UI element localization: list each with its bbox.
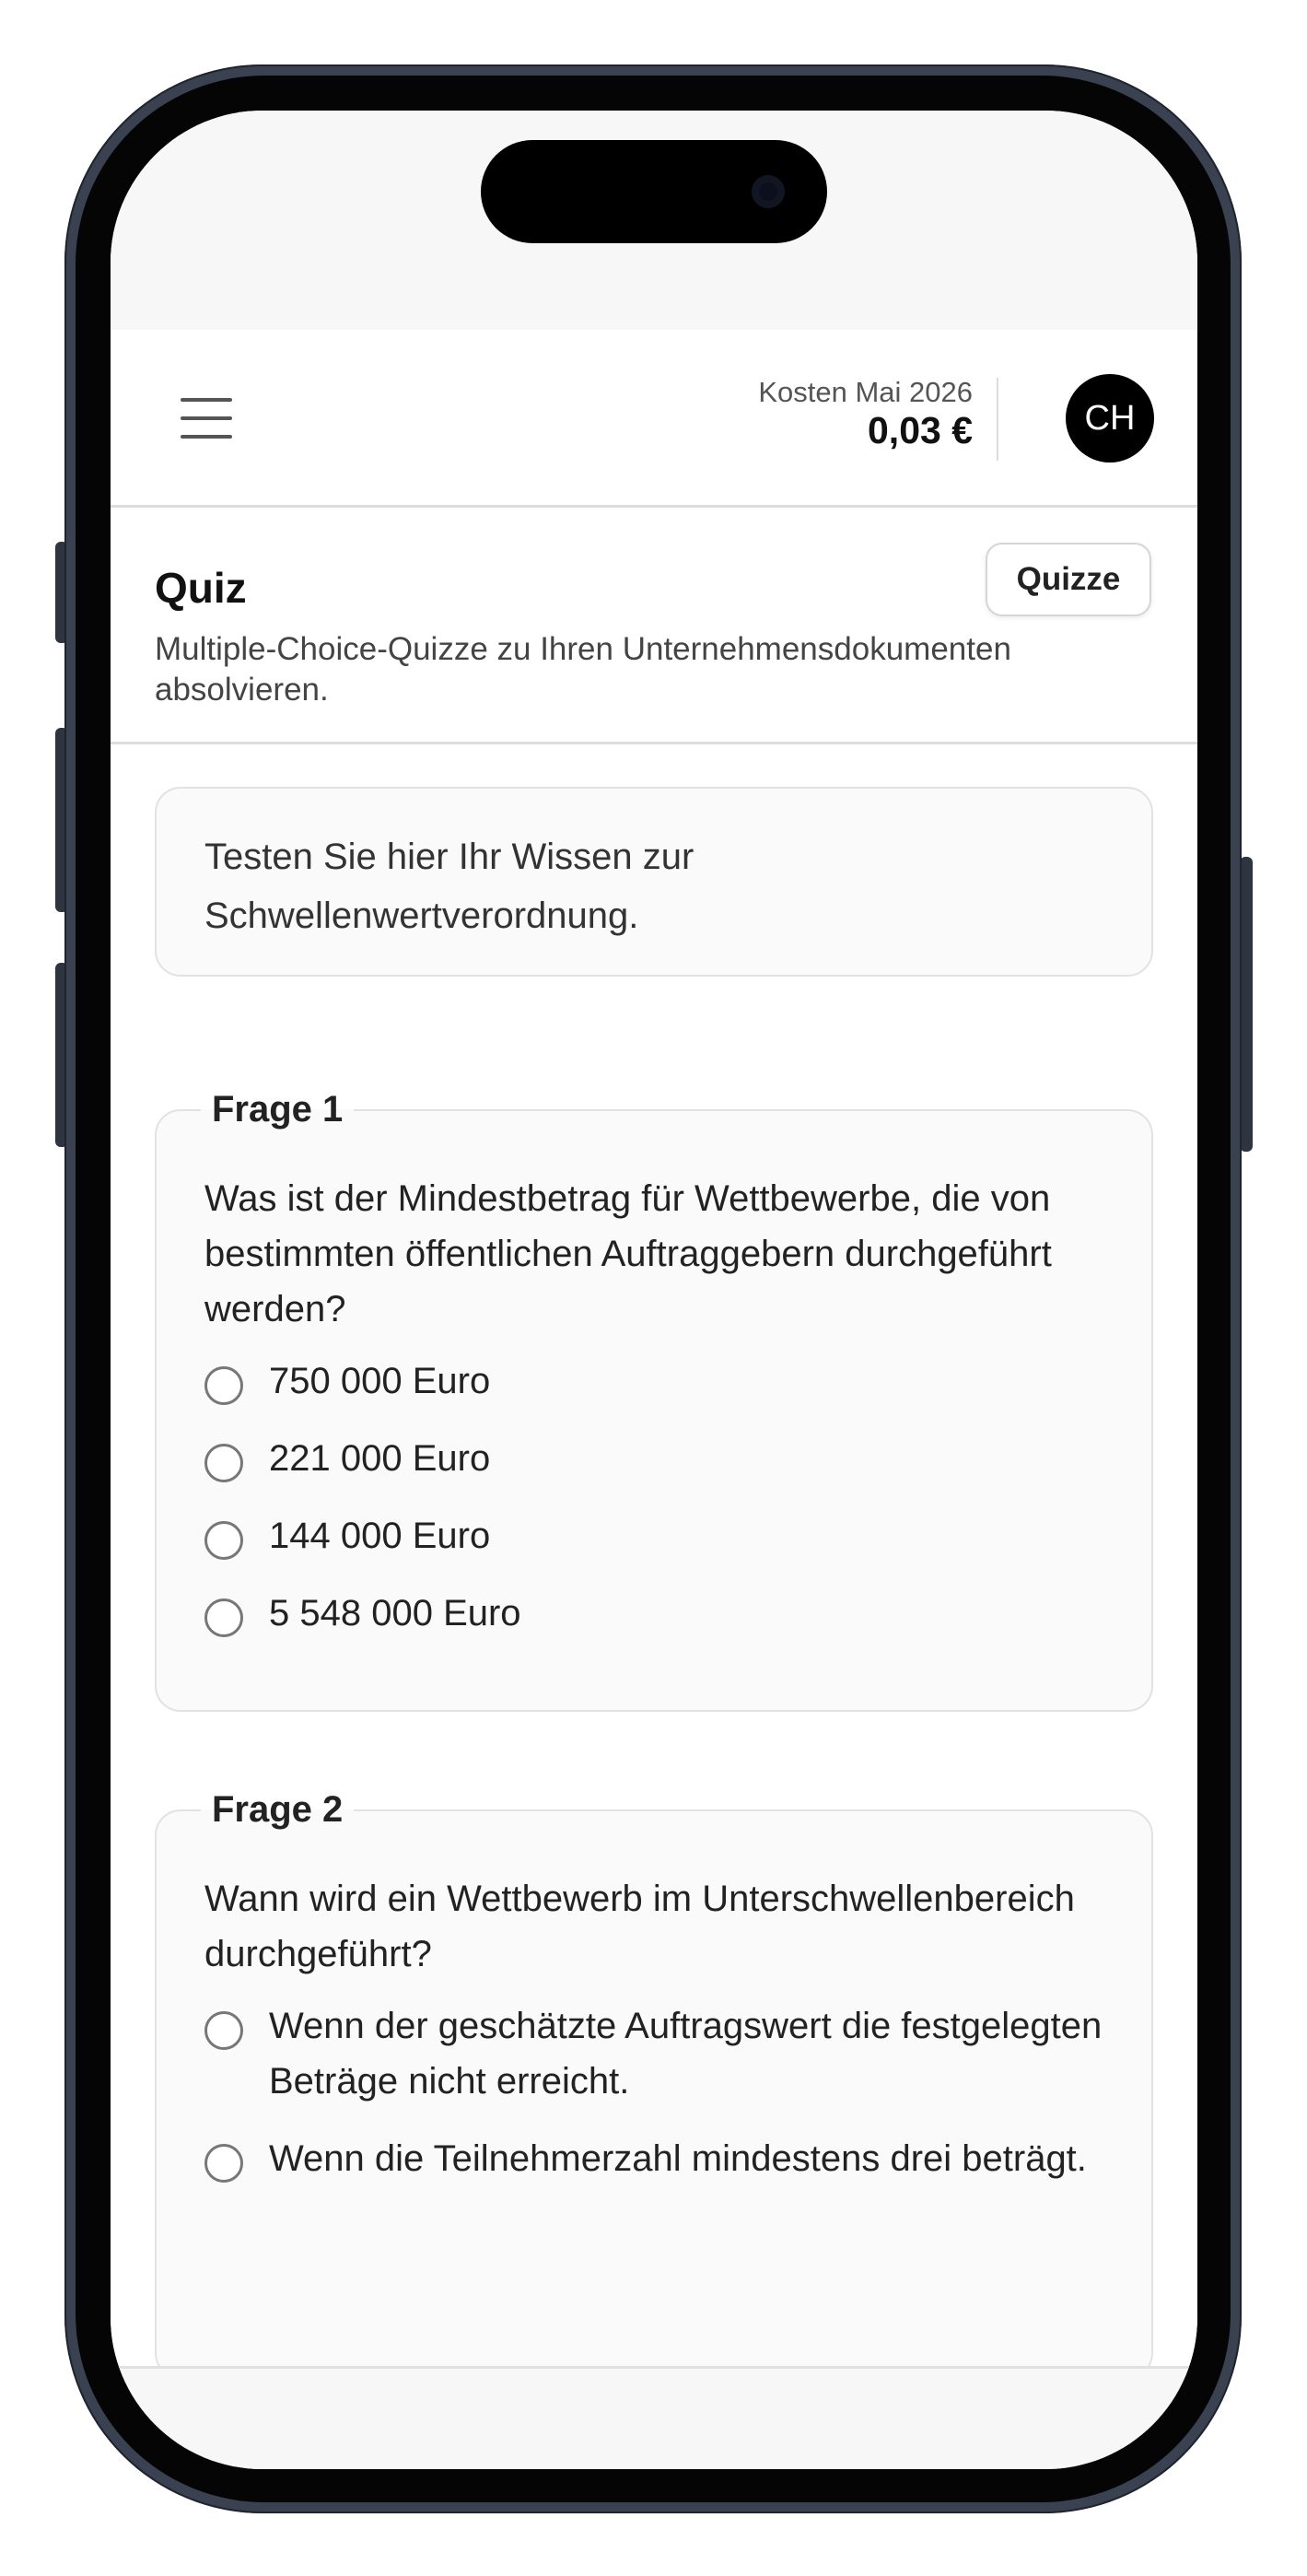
page-header: Quiz Multiple-Choice-Quizze zu Ihren Unt… [111,508,1197,744]
question-legend: Frage 2 [212,1789,344,1830]
quiz-intro: Testen Sie hier Ihr Wissen zur Schwellen… [155,787,1153,977]
cost-value: 0,03 € [868,409,973,451]
page-subtitle: Multiple-Choice-Quizze zu Ihren Unterneh… [155,631,1011,708]
answer-label: Wenn der geschätzte Auftragswert die fes… [269,2006,1103,2102]
bottom-bar [111,2366,1197,2469]
answer-option[interactable]: Wenn der geschätzte Auftragswert die fes… [204,1998,1103,2109]
question-legend: Frage 1 [212,1089,344,1130]
question-text: Was ist der Mindestbetrag für Wettbewerb… [204,1178,1052,1329]
power-button [1240,857,1253,1152]
front-camera-icon [752,175,785,208]
answer-option[interactable]: Wenn die Teilnehmerzahl mindestens drei … [204,2131,1103,2186]
answer-option[interactable]: 5 548 000 Euro [204,1586,1103,1641]
radio-button[interactable] [204,1598,243,1637]
question-card-1: Frage 1 Was ist der Mindestbetrag für We… [155,1089,1153,1712]
radio-button[interactable] [204,1366,243,1405]
hamburger-menu-icon[interactable] [181,398,232,439]
phone-screen: Kosten Mai 2026 0,03 € CH Quiz Multiple-… [111,111,1197,2469]
radio-button[interactable] [204,2011,243,2050]
answer-option[interactable]: 750 000 Euro [204,1353,1103,1409]
quizze-button[interactable]: Quizze [986,543,1151,616]
question-text: Wann wird ein Wettbewerb im Unterschwell… [204,1879,1075,1974]
quiz-content: Testen Sie hier Ihr Wissen zur Schwellen… [111,744,1197,2366]
radio-button[interactable] [204,1444,243,1482]
user-avatar[interactable]: CH [1066,374,1154,463]
answer-option[interactable]: 144 000 Euro [204,1508,1103,1563]
answer-label: 144 000 Euro [269,1516,491,1556]
radio-button[interactable] [204,2144,243,2183]
question-card-2: Frage 2 Wann wird ein Wettbewerb im Unte… [155,1789,1153,2366]
radio-button[interactable] [204,1521,243,1560]
header-divider [997,378,998,461]
cost-summary: Kosten Mai 2026 0,03 € [758,376,973,451]
app-header: Kosten Mai 2026 0,03 € CH [111,330,1197,508]
answer-label: Wenn die Teilnehmerzahl mindestens drei … [269,2138,1087,2179]
page-title: Quiz [155,564,247,612]
answer-option[interactable]: 221 000 Euro [204,1431,1103,1486]
answer-label: 5 548 000 Euro [269,1593,521,1633]
cost-label: Kosten Mai 2026 [758,376,973,408]
answer-label: 750 000 Euro [269,1361,491,1401]
answer-label: 221 000 Euro [269,1438,491,1479]
